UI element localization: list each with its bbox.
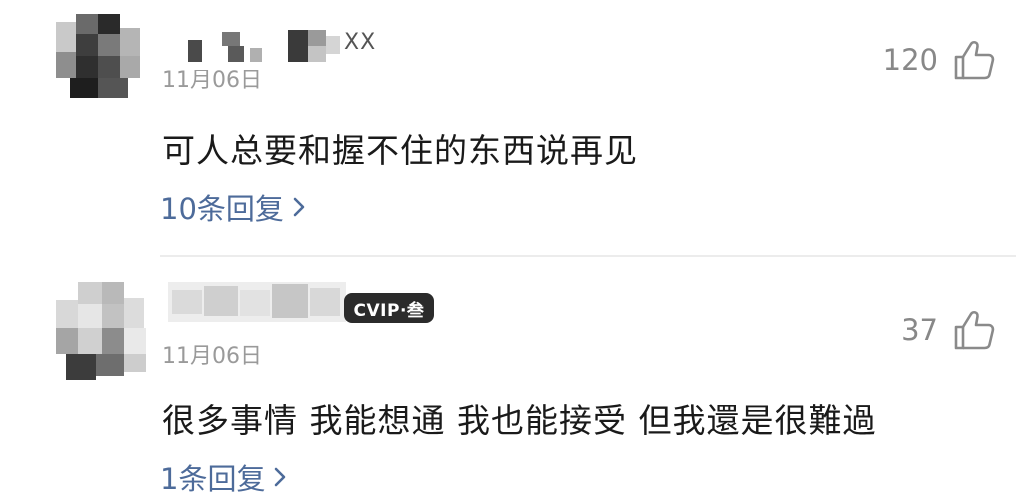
chevron-right-icon <box>293 197 305 217</box>
vip-badge: CVIP·叁 <box>344 293 434 323</box>
like-count: 37 <box>901 313 938 347</box>
view-replies-link[interactable]: 10条回复 <box>160 186 306 228</box>
comment-date: 11月06日 <box>162 70 262 93</box>
comment-text: 可人总要和握不住的东西说再见 <box>162 131 638 170</box>
comment-item <box>0 262 1016 488</box>
divider <box>160 255 1016 257</box>
username-blurred[interactable] <box>170 26 370 66</box>
comment-date: 11月06日 <box>162 344 262 369</box>
view-replies-link[interactable]: 1条回复 <box>160 456 287 498</box>
thumbs-up-icon <box>954 40 995 80</box>
like-button[interactable]: 37 <box>901 308 996 352</box>
like-count: 120 <box>882 43 938 77</box>
thumbs-up-icon <box>954 310 995 350</box>
like-button[interactable]: 120 <box>883 38 996 82</box>
username-blurred[interactable] <box>168 282 346 322</box>
comment-text: 很多事情 我能想通 我也能接受 但我還是很難過 <box>162 401 877 440</box>
comment-item: XX 11月06日 120 可人总要和握不住的东西说再见 10条回复 <box>0 0 1016 250</box>
username-suffix: XX <box>344 30 377 55</box>
chevron-right-icon <box>275 467 286 487</box>
avatar[interactable] <box>56 282 152 382</box>
replies-label: 1条回复 <box>160 462 266 496</box>
avatar[interactable] <box>56 14 140 98</box>
replies-label: 10条回复 <box>160 192 284 226</box>
